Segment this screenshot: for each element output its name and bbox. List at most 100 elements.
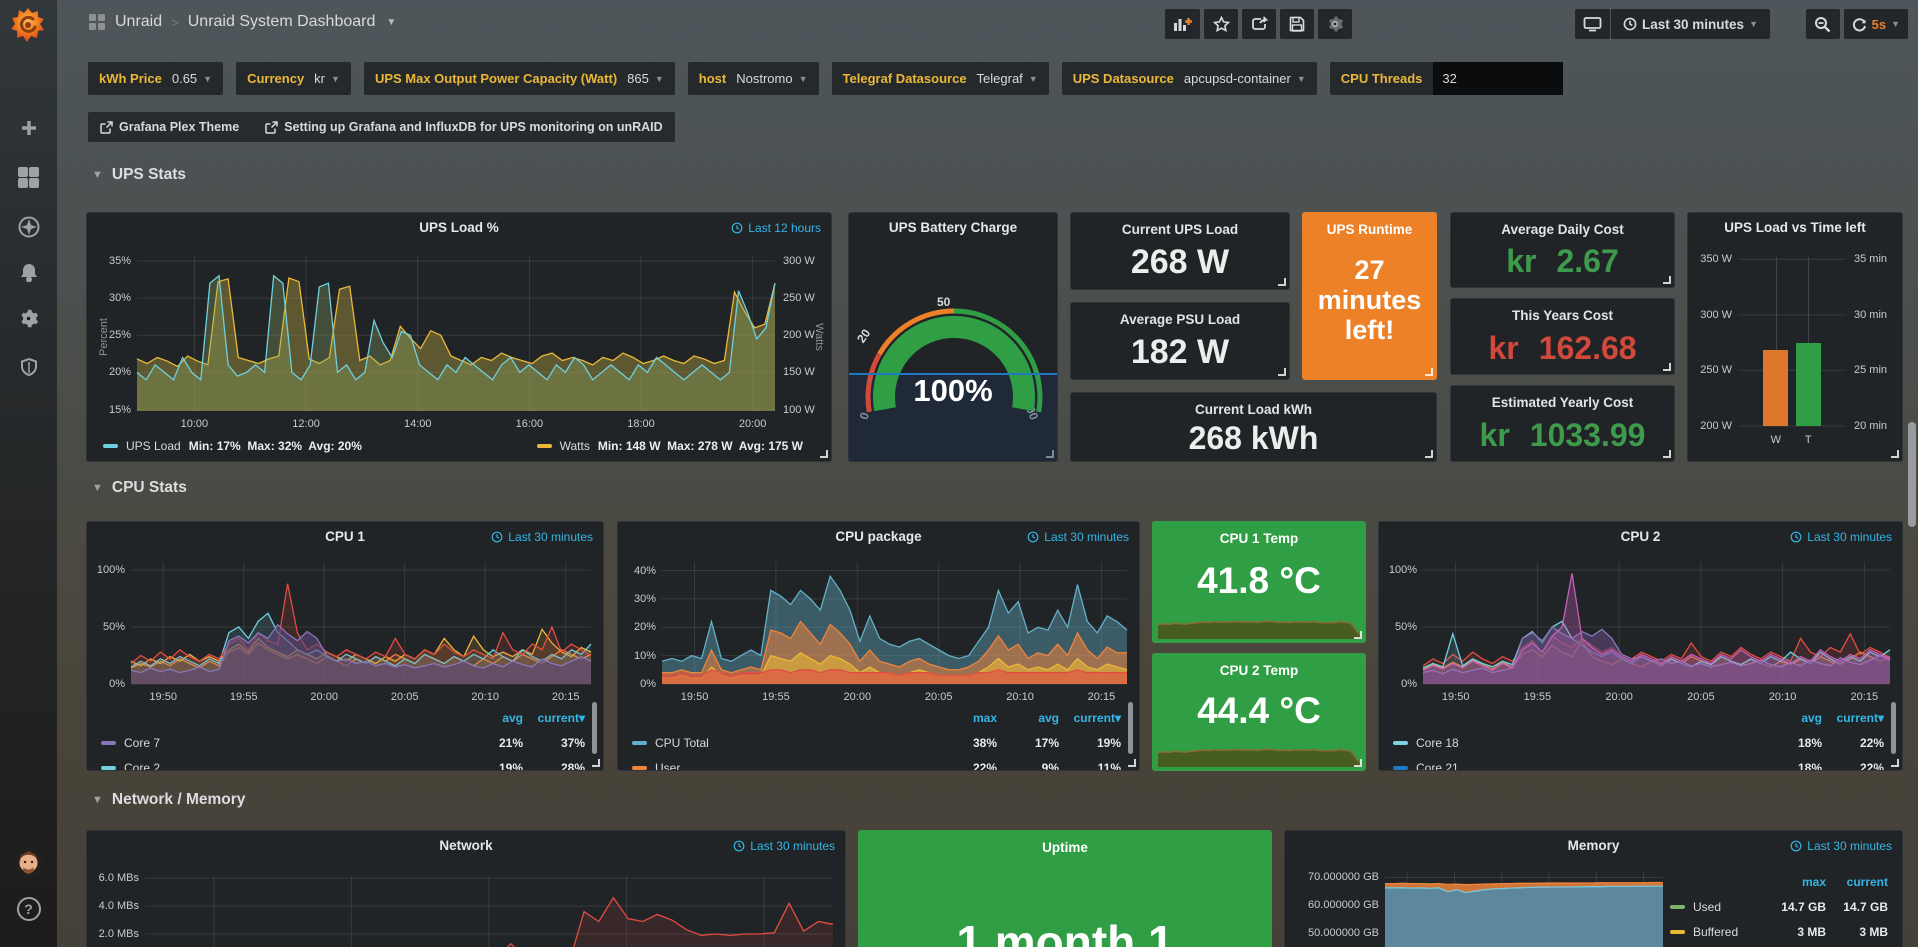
- tv-kiosk-button[interactable]: [1575, 9, 1610, 39]
- alerting-bell-icon[interactable]: [0, 255, 57, 289]
- stat-title[interactable]: CPU 2 Temp: [1153, 663, 1365, 678]
- breadcrumb-caret-icon[interactable]: ▼: [386, 17, 396, 28]
- panel-network[interactable]: Network Last 30 minutes 6.0 MBs4.0 MBs2.…: [86, 830, 846, 947]
- panel-uptime[interactable]: Uptime 1 month 1: [858, 830, 1272, 947]
- panel-current-load-kwh[interactable]: Current Load kWh 268 kWh: [1070, 392, 1437, 462]
- panel-estimated-yearly-cost[interactable]: Estimated Yearly Cost kr1033.99: [1450, 385, 1675, 462]
- variable-value-dropdown[interactable]: Nostromo▼: [736, 71, 807, 86]
- panel-current-ups-load[interactable]: Current UPS Load 268 W: [1070, 212, 1290, 290]
- legend-sort-max[interactable]: max: [1764, 875, 1826, 889]
- legend-sort-current[interactable]: current▾: [523, 711, 585, 725]
- stat-title[interactable]: UPS Runtime: [1303, 222, 1436, 237]
- variable-value-dropdown[interactable]: 865▼: [627, 71, 664, 86]
- legend-row[interactable]: CPU Total38%17%19%: [632, 730, 1121, 755]
- create-icon[interactable]: [0, 111, 57, 145]
- legend-item[interactable]: WattsMin: 148 W Max: 278 W Avg: 175 W: [537, 439, 803, 453]
- stat-title[interactable]: CPU 1 Temp: [1153, 531, 1365, 546]
- legend-row[interactable]: Buffered3 MB3 MB: [1670, 919, 1888, 944]
- legend-row[interactable]: User22%9%11%: [632, 755, 1121, 771]
- breadcrumb-folder[interactable]: Unraid: [115, 13, 162, 31]
- server-admin-shield-icon[interactable]: [0, 350, 57, 384]
- refresh-button[interactable]: 5s ▼: [1844, 9, 1908, 39]
- legend-sort-avg[interactable]: avg: [1760, 711, 1822, 725]
- legend-scrollbar[interactable]: [1891, 702, 1896, 754]
- panel-ups-runtime[interactable]: UPS Runtime 27 minutes left!: [1302, 212, 1437, 380]
- stat-title[interactable]: Uptime: [859, 840, 1271, 855]
- link-ups-monitoring-guide[interactable]: Setting up Grafana and InfluxDB for UPS …: [265, 120, 662, 134]
- breadcrumb-dashboard-title[interactable]: Unraid System Dashboard: [188, 13, 376, 31]
- section-ups-stats[interactable]: ▼UPS Stats: [92, 166, 186, 184]
- legend-scrollbar[interactable]: [592, 702, 597, 754]
- panel-time-range[interactable]: Last 30 minutes: [1790, 839, 1892, 853]
- dashboards-icon[interactable]: [0, 160, 57, 194]
- bar-W[interactable]: [1763, 350, 1788, 426]
- legend-sort-avg[interactable]: avg: [461, 711, 523, 725]
- share-button[interactable]: [1242, 9, 1276, 39]
- variable-value-dropdown[interactable]: 0.65▼: [172, 71, 212, 86]
- panel-cpu2-temp[interactable]: CPU 2 Temp 44.4 °C: [1152, 653, 1366, 771]
- panel-cpu1[interactable]: CPU 1 Last 30 minutes avgcurrent▾Core 72…: [86, 521, 604, 771]
- legend-scrollbar[interactable]: [1128, 702, 1133, 754]
- panel-time-range[interactable]: Last 30 minutes: [1027, 530, 1129, 544]
- panel-time-range[interactable]: Last 30 minutes: [491, 530, 593, 544]
- stat-title[interactable]: Average PSU Load: [1071, 312, 1289, 327]
- section-network-memory[interactable]: ▼Network / Memory: [92, 791, 245, 809]
- panel-cpu2[interactable]: CPU 2 Last 30 minutes avgcurrent▾Core 18…: [1378, 521, 1903, 771]
- panel-this-years-cost[interactable]: This Years Cost kr162.68: [1450, 298, 1675, 375]
- panel-ups-battery-gauge[interactable]: UPS Battery Charge 0 20 50 100 100%: [848, 212, 1058, 462]
- legend-row[interactable]: Core 721%37%: [101, 730, 585, 755]
- variable-value-dropdown[interactable]: Telegraf▼: [977, 71, 1038, 86]
- panel-time-range[interactable]: Last 12 hours: [731, 221, 821, 235]
- panel-ups-load[interactable]: UPS Load % Last 12 hours Percent Watts U…: [86, 212, 832, 462]
- configuration-gear-icon[interactable]: [0, 301, 57, 335]
- legend-row[interactable]: Core 2118%22%: [1393, 755, 1884, 771]
- panel-title[interactable]: UPS Battery Charge: [849, 220, 1057, 235]
- legend-sort-current[interactable]: current: [1826, 875, 1888, 889]
- legend-sort-current[interactable]: current▾: [1059, 711, 1121, 725]
- panel-memory[interactable]: Memory Last 30 minutes maxcurrentUsed14.…: [1284, 830, 1903, 947]
- panel-average-psu-load[interactable]: Average PSU Load 182 W: [1070, 302, 1290, 380]
- panel-cpu-package[interactable]: CPU package Last 30 minutes maxavgcurren…: [617, 521, 1140, 771]
- save-button[interactable]: [1280, 9, 1314, 39]
- legend-sort-current[interactable]: current▾: [1822, 711, 1884, 725]
- variable-value-dropdown[interactable]: apcupsd-container▼: [1184, 71, 1306, 86]
- cpu-package-graph[interactable]: [662, 562, 1127, 684]
- panel-title[interactable]: Network: [87, 838, 845, 853]
- link-grafana-plex-theme[interactable]: Grafana Plex Theme: [100, 120, 239, 134]
- ups-bar-chart[interactable]: [1738, 257, 1846, 426]
- panel-time-range[interactable]: Last 30 minutes: [1790, 530, 1892, 544]
- network-graph[interactable]: [145, 876, 833, 947]
- time-range-picker[interactable]: Last 30 minutes ▼: [1611, 9, 1770, 39]
- legend-row[interactable]: Used14.7 GB14.7 GB: [1670, 894, 1888, 919]
- help-icon[interactable]: ?: [0, 892, 57, 926]
- add-panel-button[interactable]: [1165, 9, 1200, 39]
- ups-load-graph[interactable]: [137, 255, 775, 411]
- legend-item[interactable]: UPS LoadMin: 17% Max: 32% Avg: 20%: [103, 439, 362, 453]
- panel-cpu1-temp[interactable]: CPU 1 Temp 41.8 °C: [1152, 521, 1366, 643]
- panel-average-daily-cost[interactable]: Average Daily Cost kr2.67: [1450, 212, 1675, 288]
- legend-row[interactable]: Core 1818%22%: [1393, 730, 1884, 755]
- legend-sort-max[interactable]: max: [935, 711, 997, 725]
- grafana-logo[interactable]: [9, 6, 47, 44]
- panel-title[interactable]: UPS Load %: [87, 220, 831, 235]
- stat-title[interactable]: Current UPS Load: [1071, 222, 1289, 237]
- memory-graph[interactable]: [1385, 871, 1663, 947]
- section-cpu-stats[interactable]: ▼CPU Stats: [92, 479, 187, 497]
- user-avatar[interactable]: [14, 848, 43, 877]
- variable-value-dropdown[interactable]: kr▼: [314, 71, 340, 86]
- zoom-out-button[interactable]: [1806, 9, 1840, 39]
- bar-T[interactable]: [1796, 343, 1821, 426]
- stat-title[interactable]: Current Load kWh: [1071, 402, 1436, 417]
- legend-sort-avg[interactable]: avg: [997, 711, 1059, 725]
- stat-title[interactable]: Estimated Yearly Cost: [1451, 395, 1674, 410]
- page-scrollbar[interactable]: [1908, 422, 1916, 527]
- explore-compass-icon[interactable]: [0, 210, 57, 244]
- settings-gear-button[interactable]: [1318, 9, 1352, 39]
- panel-time-range[interactable]: Last 30 minutes: [733, 839, 835, 853]
- cpu2-graph[interactable]: [1423, 562, 1890, 684]
- panel-ups-load-vs-time-left[interactable]: UPS Load vs Time left 350 W300 W250 W200…: [1687, 212, 1903, 462]
- cpu1-graph[interactable]: [131, 562, 591, 684]
- stat-title[interactable]: Average Daily Cost: [1451, 222, 1674, 237]
- stat-title[interactable]: This Years Cost: [1451, 308, 1674, 323]
- legend-row[interactable]: Core 219%28%: [101, 755, 585, 771]
